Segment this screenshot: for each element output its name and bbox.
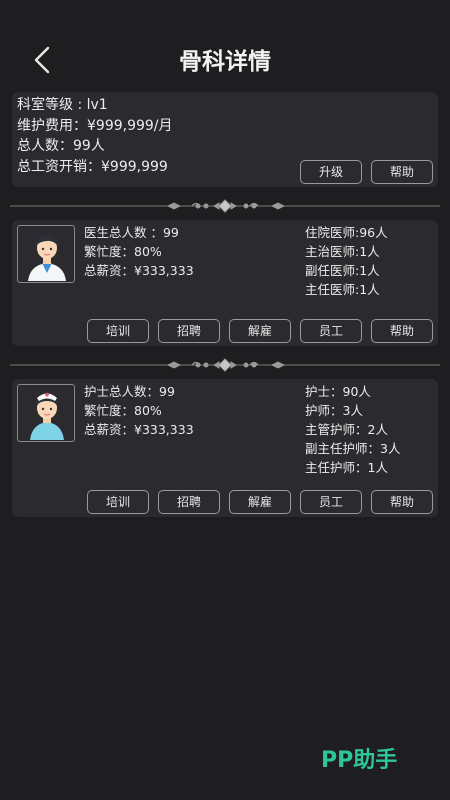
nurse-staff-button[interactable]: 员工 <box>300 490 362 514</box>
help-button[interactable]: 帮助 <box>371 160 433 184</box>
nurse-train-button[interactable]: 培训 <box>87 490 149 514</box>
doctor-rank-attending: 主治医师:1人 <box>305 244 380 259</box>
nurse-dismiss-button[interactable]: 解雇 <box>229 490 291 514</box>
nurse-help-button[interactable]: 帮助 <box>371 490 433 514</box>
doctor-summary: 医生总人数 ：99 繁忙度：80% 总薪资：¥333,333 <box>84 223 194 280</box>
nurse-ranks: 护士：90人 护师：3人 主管护师：2人 副主任护师：3人 主任护师：1人 <box>305 382 400 477</box>
maintenance-cost: 维护费用：¥999,999/月 <box>17 117 173 134</box>
nurse-total: 护士总人数：99 <box>84 384 175 399</box>
doctor-dismiss-button[interactable]: 解雇 <box>229 319 291 343</box>
nurse-rank-chief: 主任护师：1人 <box>305 460 388 475</box>
doctor-staff-button[interactable]: 员工 <box>300 319 362 343</box>
doctor-rank-chief: 主任医师:1人 <box>305 282 380 297</box>
doctor-rank-associate: 副任医师:1人 <box>305 263 380 278</box>
department-level: 科室等级 : lv1 <box>17 97 108 113</box>
ornament-divider <box>10 358 440 372</box>
doctor-total: 医生总人数 ：99 <box>84 225 179 240</box>
pp-assistant-watermark: PP助手 <box>321 748 398 773</box>
header: 骨科详情 <box>0 0 450 92</box>
doctor-salary: 总薪资：¥333,333 <box>84 263 194 278</box>
doctor-train-button[interactable]: 培训 <box>87 319 149 343</box>
department-info: 科室等级 : lv1 维护费用：¥999,999/月 总人数：99人 总工资开销… <box>17 95 173 177</box>
nurse-rank-supervisor: 主管护师：2人 <box>305 422 388 437</box>
nurse-salary: 总薪资：¥333,333 <box>84 422 194 437</box>
doctor-recruit-button[interactable]: 招聘 <box>158 319 220 343</box>
doctor-ranks: 住院医师:96人 主治医师:1人 副任医师:1人 主任医师:1人 <box>305 223 388 299</box>
ornament-divider <box>10 199 440 213</box>
nurse-summary: 护士总人数：99 繁忙度：80% 总薪资：¥333,333 <box>84 382 194 439</box>
doctor-help-button[interactable]: 帮助 <box>371 319 433 343</box>
nurse-busy: 繁忙度：80% <box>84 403 162 418</box>
page-title: 骨科详情 <box>179 49 271 75</box>
doctor-avatar-icon <box>28 235 66 281</box>
doctor-busy: 繁忙度：80% <box>84 244 162 259</box>
nurse-avatar <box>17 384 75 442</box>
total-headcount: 总人数：99人 <box>17 138 105 154</box>
nurse-avatar-icon <box>30 392 64 440</box>
doctor-avatar <box>17 225 75 283</box>
nurse-rank-nurse: 护士：90人 <box>305 384 371 399</box>
upgrade-button[interactable]: 升级 <box>300 160 362 184</box>
doctor-rank-resident: 住院医师:96人 <box>305 225 388 240</box>
nurse-rank-senior: 护师：3人 <box>305 403 363 418</box>
doctor-card: 医生总人数 ：99 繁忙度：80% 总薪资：¥333,333 住院医师:96人 … <box>12 220 438 346</box>
total-salary: 总工资开销：¥999,999 <box>17 158 168 175</box>
nurse-card: 护士总人数：99 繁忙度：80% 总薪资：¥333,333 护士：90人 护师：… <box>12 379 438 517</box>
nurse-recruit-button[interactable]: 招聘 <box>158 490 220 514</box>
nurse-rank-associate-chief: 副主任护师：3人 <box>305 441 401 456</box>
department-card: 科室等级 : lv1 维护费用：¥999,999/月 总人数：99人 总工资开销… <box>12 92 438 187</box>
